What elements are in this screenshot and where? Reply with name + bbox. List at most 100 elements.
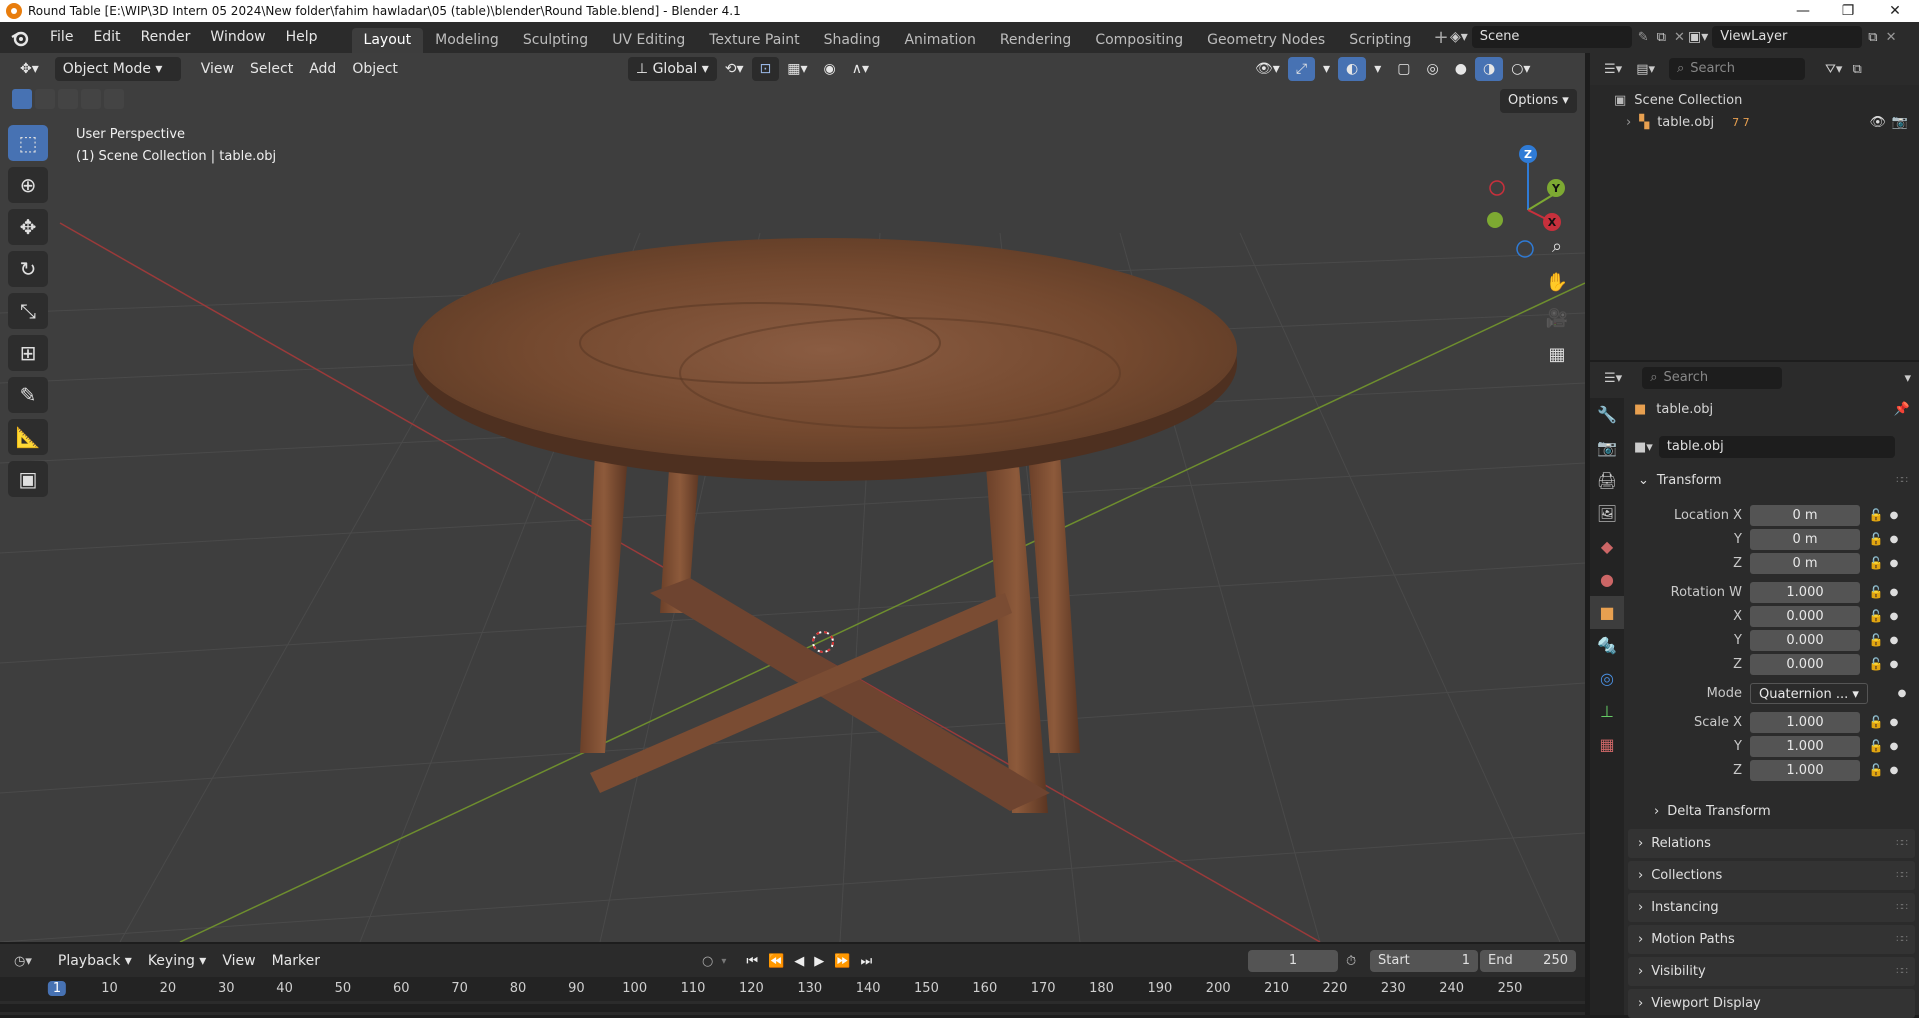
play-icon[interactable]: ▶ [814, 954, 824, 969]
zoom-icon[interactable]: ⌕ [1540, 229, 1574, 263]
view-layer-icon[interactable]: ▣▾ [1688, 29, 1708, 45]
tab-sculpting[interactable]: Sculpting [511, 28, 600, 53]
keyframe-dot-icon[interactable]: ● [1886, 659, 1902, 670]
motion-paths-panel-header[interactable]: › Motion Paths ∷∷ [1628, 925, 1915, 954]
relations-panel-header[interactable]: › Relations ∷∷ [1628, 829, 1915, 858]
select-new-icon[interactable] [12, 89, 32, 109]
new-scene-icon[interactable]: ⧉ [1657, 30, 1666, 45]
keyframe-dot-icon[interactable]: ● [1886, 611, 1902, 622]
timeline-ruler[interactable]: 1 10 20 30 40 50 60 70 80 90 100 110 120 130 140 150 160… [0, 977, 1585, 1001]
tool-tab-icon[interactable]: 🔧 [1590, 398, 1624, 431]
lock-icon[interactable]: 🔓 [1866, 508, 1886, 522]
lock-icon[interactable]: 🔓 [1866, 585, 1886, 599]
3d-viewport[interactable]: Z Y X ✥▾ Object Mode ▾ View Select Add O… [0, 53, 1585, 942]
tab-shading[interactable]: Shading [812, 28, 893, 53]
gizmo-toggle-icon[interactable]: ⤢ [1287, 57, 1316, 81]
end-frame-field[interactable]: End 250 [1480, 950, 1576, 972]
rotation-z-field[interactable]: 0.000 [1750, 653, 1860, 675]
marker-menu[interactable]: Marker [264, 949, 328, 973]
xray-icon[interactable]: ▢ [1389, 57, 1418, 81]
timeline-view-menu[interactable]: View [214, 949, 263, 973]
properties-editor-icon[interactable]: ☰▾ [1604, 371, 1622, 386]
table-model[interactable] [413, 238, 1237, 813]
overlay-dropdown-icon[interactable]: ▾ [1366, 57, 1389, 81]
modifier-tab-icon[interactable]: 🔩 [1590, 629, 1624, 662]
tab-rendering[interactable]: Rendering [988, 28, 1084, 53]
outliner-search-input[interactable]: ⌕ Search [1669, 58, 1805, 80]
drag-grip-icon[interactable]: ∷∷ [1896, 475, 1908, 486]
material-shading-icon[interactable]: ◑ [1474, 57, 1504, 81]
render-tab-icon[interactable]: 📷 [1590, 431, 1624, 464]
autokey-dropdown-icon[interactable]: ▾ [721, 956, 726, 967]
ortho-grid-icon[interactable]: ▦ [1540, 337, 1574, 371]
snap-icon[interactable]: ⊡ [751, 57, 780, 81]
drag-grip-icon[interactable]: ∷∷ [1896, 870, 1908, 881]
annotate-tool-icon[interactable]: ✎ [8, 377, 48, 413]
orientation-selector[interactable]: ⊥ Global ▾ [627, 57, 717, 81]
select-invert-icon[interactable] [81, 89, 101, 109]
menu-view[interactable]: View [193, 57, 242, 81]
scene-selector-icon[interactable]: ◈▾ [1450, 29, 1468, 45]
drag-grip-icon[interactable]: ∷∷ [1896, 966, 1908, 977]
lock-icon[interactable]: 🔓 [1866, 609, 1886, 623]
timeline-scrollbar[interactable] [0, 1004, 1585, 1012]
location-z-field[interactable]: 0 m [1750, 552, 1860, 574]
select-box-tool-icon[interactable]: ⬚ [8, 125, 48, 161]
object-name-field[interactable]: table.obj [1658, 436, 1895, 458]
add-cube-tool-icon[interactable]: ▣ [8, 461, 48, 497]
tab-animation[interactable]: Animation [892, 28, 987, 53]
keyframe-dot-icon[interactable]: ● [1886, 635, 1902, 646]
rotation-y-field[interactable]: 0.000 [1750, 629, 1860, 651]
tab-uv-editing[interactable]: UV Editing [600, 28, 697, 53]
rendered-shading-icon[interactable]: ○▾ [1503, 57, 1538, 81]
location-x-field[interactable]: 0 m [1750, 504, 1860, 526]
lock-icon[interactable]: 🔓 [1866, 633, 1886, 647]
remove-scene-icon[interactable]: ✕ [1674, 30, 1685, 45]
outliner-scene-collection[interactable]: ▣ Scene Collection [1614, 89, 1742, 111]
tab-texture-paint[interactable]: Texture Paint [697, 28, 811, 53]
close-button[interactable]: ✕ [1873, 0, 1917, 22]
outliner-item-table[interactable]: › ▚ table.obj 7 7 👁 📷 [1626, 111, 1916, 133]
menu-object[interactable]: Object [344, 57, 406, 81]
scene-tab-icon[interactable]: ◆ [1590, 530, 1624, 563]
rotation-x-field[interactable]: 0.000 [1750, 605, 1860, 627]
new-view-layer-icon[interactable]: ⧉ [1868, 30, 1877, 45]
object-tab-icon[interactable]: ■ [1590, 596, 1624, 629]
drag-grip-icon[interactable]: ∷∷ [1896, 838, 1908, 849]
tab-compositing[interactable]: Compositing [1083, 28, 1195, 53]
proportional-edit-icon[interactable]: ◉ [816, 57, 844, 81]
tab-scripting[interactable]: Scripting [1337, 28, 1423, 53]
menu-window[interactable]: Window [200, 22, 275, 53]
delta-transform-header[interactable]: › Delta Transform [1644, 797, 1915, 826]
editor-type-icon[interactable]: ✥▾ [12, 57, 47, 81]
solid-shading-icon[interactable]: ● [1447, 57, 1475, 81]
keyframe-dot-icon[interactable]: ● [1886, 510, 1902, 521]
drag-grip-icon[interactable]: ∷∷ [1896, 934, 1908, 945]
scene-field[interactable]: Scene [1471, 26, 1632, 48]
play-reverse-icon[interactable]: ◀ [794, 954, 804, 969]
visibility-icon[interactable]: 👁▾ [1247, 57, 1288, 81]
jump-keyframe-forward-icon[interactable]: ⏩ [834, 954, 850, 969]
snap-target-icon[interactable]: ▦▾ [779, 57, 815, 81]
rotation-w-field[interactable]: 1.000 [1750, 581, 1860, 603]
options-button[interactable]: Options ▾ [1500, 89, 1577, 113]
menu-select[interactable]: Select [242, 57, 301, 81]
mode-selector[interactable]: Object Mode ▾ [54, 57, 181, 81]
remove-view-layer-icon[interactable]: ✕ [1886, 30, 1897, 45]
view-layer-field[interactable]: ViewLayer [1712, 26, 1863, 48]
scale-z-field[interactable]: 1.000 [1750, 759, 1860, 781]
keying-menu[interactable]: Keying ▾ [140, 949, 215, 973]
viewport-display-panel-header[interactable]: › Viewport Display [1628, 989, 1915, 1018]
pin-icon[interactable]: 📌 [1894, 402, 1910, 417]
menu-add[interactable]: Add [301, 57, 344, 81]
drag-grip-icon[interactable]: ∷∷ [1896, 902, 1908, 913]
start-frame-field[interactable]: Start 1 [1370, 950, 1478, 972]
camera-view-icon[interactable]: 🎥 [1540, 301, 1574, 335]
playback-menu[interactable]: Playback ▾ [50, 949, 140, 973]
current-frame-field[interactable]: 1 [1248, 950, 1338, 972]
camera-render-icon[interactable]: 📷 [1892, 115, 1908, 130]
move-tool-icon[interactable]: ✥ [8, 209, 48, 245]
new-collection-icon[interactable]: ⧉ [1852, 62, 1861, 77]
menu-help[interactable]: Help [276, 22, 328, 53]
jump-end-icon[interactable]: ⏭ [860, 954, 872, 969]
